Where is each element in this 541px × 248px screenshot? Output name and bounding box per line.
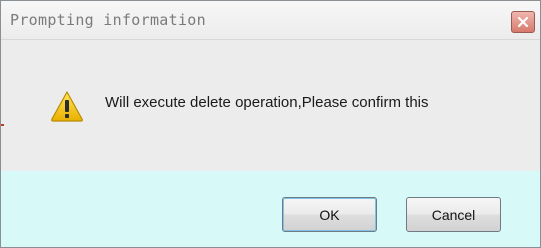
dialog-titlebar[interactable]: Prompting information	[1, 1, 540, 40]
confirmation-message: Will execute delete operation,Please con…	[105, 94, 429, 111]
prompt-dialog: Prompting information Will execute delet…	[0, 0, 541, 248]
message-area: Will execute delete operation,Please con…	[1, 40, 540, 171]
close-icon	[517, 16, 529, 28]
cancel-button[interactable]: Cancel	[406, 197, 501, 232]
warning-icon	[51, 91, 83, 122]
edge-mark	[1, 124, 4, 126]
dialog-title: Prompting information	[10, 11, 206, 29]
ok-button[interactable]: OK	[282, 197, 377, 232]
button-area: OK Cancel	[1, 171, 540, 247]
close-button[interactable]	[511, 11, 535, 33]
